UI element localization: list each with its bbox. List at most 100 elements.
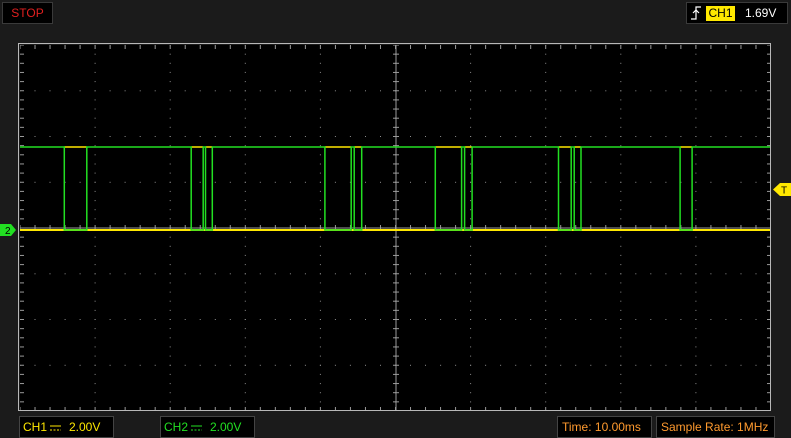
grid-dot: [259, 136, 261, 137]
grid-dot: [124, 319, 126, 320]
grid-dot: [545, 236, 547, 238]
grid-dot: [199, 90, 201, 92]
grid-dot: [410, 319, 411, 320]
grid-dot: [710, 364, 712, 366]
grid-dot: [94, 117, 96, 119]
grid-dot: [319, 254, 321, 256]
grid-dot: [665, 364, 667, 366]
grid-dot: [319, 383, 321, 385]
grid-dot: [169, 245, 171, 247]
trigger-level-marker[interactable]: T: [773, 183, 791, 196]
grid-dot: [440, 90, 442, 92]
ch2-reference-marker[interactable]: 2: [0, 224, 16, 236]
grid-dot: [695, 62, 697, 64]
grid-dot: [620, 108, 622, 110]
grid-dot: [214, 364, 216, 366]
grid-dot: [515, 273, 517, 275]
grid-dot: [154, 319, 156, 320]
grid-dot: [485, 181, 487, 183]
grid-dot: [425, 319, 426, 320]
grid-dot: [470, 81, 472, 83]
grid-dot: [695, 209, 697, 211]
grid-dot: [94, 319, 96, 320]
grid-dot: [425, 90, 426, 92]
ch1-scale-box[interactable]: CH1 2.00V: [19, 416, 114, 438]
grid-dot: [560, 136, 562, 137]
grid-dot: [139, 90, 141, 92]
grid-dot: [725, 136, 727, 137]
grid-dot: [94, 346, 96, 348]
ch1-scale-value: 2.00V: [69, 420, 101, 434]
grid-dot: [244, 282, 246, 284]
grid-dot: [139, 136, 141, 137]
grid-dot: [635, 136, 637, 137]
grid-dot: [470, 154, 472, 156]
grid-dot: [79, 181, 81, 183]
grid-dot: [199, 273, 201, 275]
grid-dot: [695, 264, 697, 266]
grid-dot: [680, 90, 682, 92]
grid-dot: [470, 300, 472, 302]
grid-dot: [545, 154, 547, 156]
grid-dot: [169, 190, 171, 192]
grid-dot: [425, 273, 426, 275]
grid-dot: [169, 346, 171, 348]
timebase-box[interactable]: Time: 10.00ms: [557, 416, 652, 438]
grid-dot: [590, 136, 592, 137]
grid-dot: [725, 181, 727, 183]
grid-dot: [485, 273, 487, 275]
grid-dot: [620, 81, 622, 83]
grid-dot: [500, 273, 502, 275]
grid-dot: [154, 364, 156, 366]
grid-dot: [319, 291, 321, 293]
grid-dot: [169, 163, 171, 165]
ch2-scale-box[interactable]: CH2 2.00V: [160, 416, 255, 438]
grid-dot: [169, 200, 171, 202]
grid-dot: [560, 90, 562, 92]
grid-dot: [244, 236, 246, 238]
run-stop-button[interactable]: STOP: [2, 2, 53, 24]
grid-dot: [440, 364, 442, 366]
grid-dot: [560, 364, 562, 366]
grid-dot: [380, 364, 381, 366]
grid-dot: [79, 364, 81, 366]
grid-dot: [244, 81, 246, 83]
grid-dot: [244, 117, 246, 119]
grid-dot: [590, 364, 592, 366]
grid-dot: [650, 364, 652, 366]
grid-dot: [755, 319, 757, 320]
grid-dot: [49, 273, 51, 275]
grid-dot: [274, 181, 276, 183]
grid-dot: [94, 218, 96, 220]
grid-dot: [169, 392, 171, 394]
grid-dot: [545, 346, 547, 348]
grid-dot: [319, 117, 321, 119]
grid-dot: [244, 300, 246, 302]
grid-dot: [94, 90, 96, 92]
trigger-level-value: 1.69V: [745, 6, 777, 20]
grid-dot: [755, 181, 757, 183]
grid-dot: [605, 90, 607, 92]
trigger-info-box[interactable]: CH1 1.69V: [686, 2, 788, 24]
grid-dot: [470, 346, 472, 348]
grid-dot: [169, 99, 171, 101]
grid-dot: [49, 181, 51, 183]
grid-dot: [229, 90, 231, 92]
grid-dot: [725, 364, 727, 366]
grid-dot: [169, 126, 171, 128]
grid-dot: [515, 181, 517, 183]
grid-dot: [605, 273, 607, 275]
grid-dot: [695, 337, 697, 339]
grid-dot: [289, 181, 291, 183]
grid-dot: [334, 181, 336, 183]
grid-dot: [470, 190, 472, 192]
grid-dot: [695, 328, 697, 330]
grid-dot: [259, 273, 261, 275]
grid-dot: [590, 181, 592, 183]
grid-dot: [410, 273, 411, 275]
grid-dot: [455, 273, 457, 275]
grid-dot: [34, 181, 36, 183]
sample-rate-box[interactable]: Sample Rate: 1MHz: [656, 416, 775, 438]
grid-dot: [470, 309, 472, 311]
grid-dot: [590, 273, 592, 275]
